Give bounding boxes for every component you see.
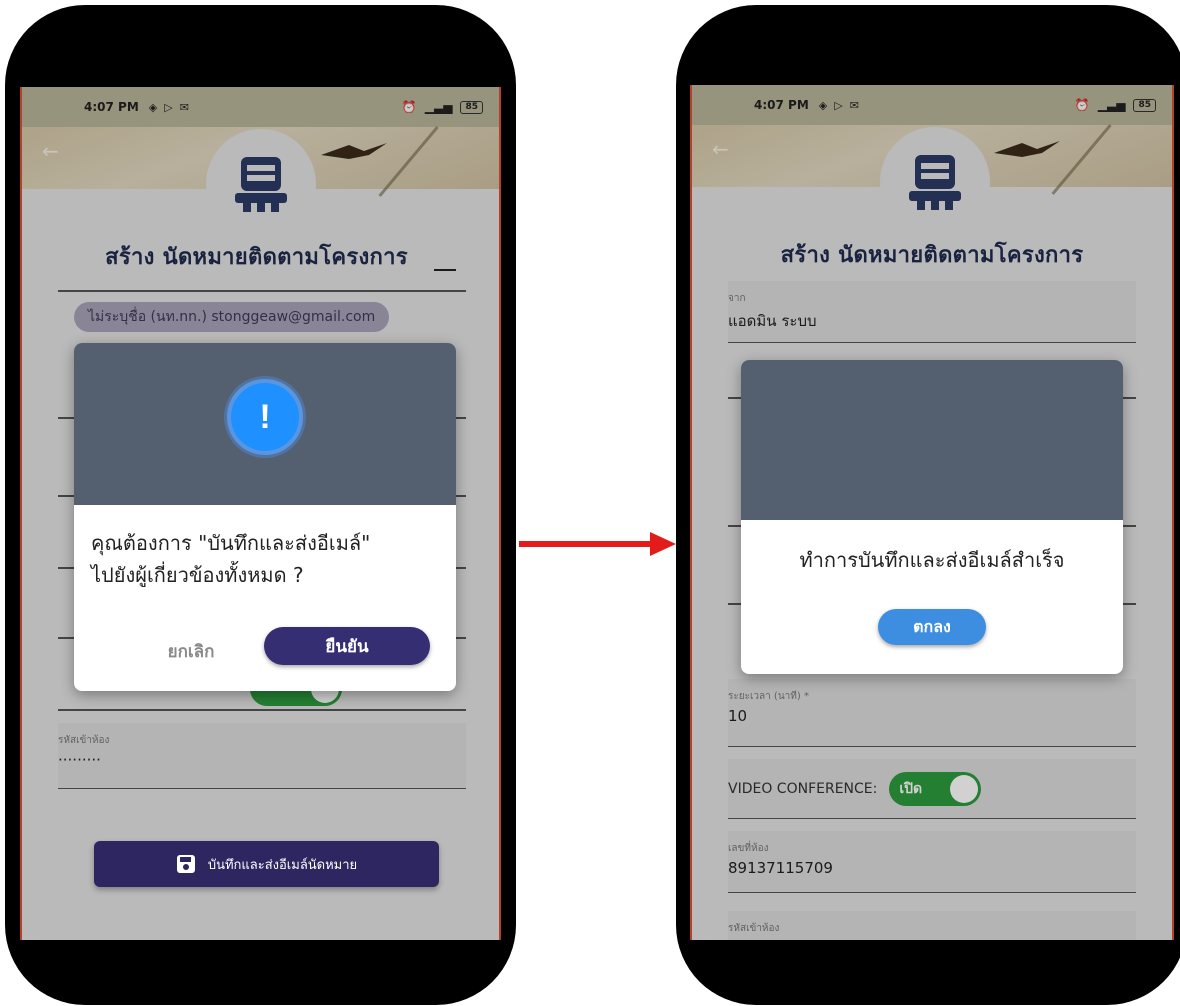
dialog-header	[741, 360, 1123, 520]
phone-frame-left: 4:07 PM ◈ ▷ ✉ ⏰ ▁▃▅ 85 ← สร้าง นัดหมายติ…	[5, 5, 516, 1005]
phone-frame-right: 4:07 PM ◈ ▷ ✉ ⏰ ▁▃▅ 85 ← สร้าง นัดหมายติ…	[676, 5, 1180, 1005]
dialog-message-line1: คุณต้องการ "บันทึกและส่งอีเมล์"	[91, 531, 371, 555]
cancel-button[interactable]: ยกเลิก	[146, 633, 236, 669]
exclamation-icon: !	[227, 379, 303, 455]
confirm-dialog: ! คุณต้องการ "บันทึกและส่งอีเมล์" ไปยังผ…	[74, 343, 456, 691]
transition-arrow-head	[650, 532, 676, 556]
save-button-label: บันทึกและส่งอีเมล์นัดหมาย	[207, 857, 358, 873]
success-dialog: ทำการบันทึกและส่งอีเมล์สำเร็จ ตกลง	[741, 360, 1123, 674]
dialog-message: คุณต้องการ "บันทึกและส่งอีเมล์" ไปยังผู้…	[91, 527, 451, 591]
save-and-email-button[interactable]: บันทึกและส่งอีเมล์นัดหมาย	[94, 841, 439, 887]
dialog-message-line2: ไปยังผู้เกี่ยวข้องทั้งหมด ?	[91, 563, 304, 587]
dialog-message: ทำการบันทึกและส่งอีเมล์สำเร็จ	[799, 548, 1065, 572]
screen-left: 4:07 PM ◈ ▷ ✉ ⏰ ▁▃▅ 85 ← สร้าง นัดหมายติ…	[20, 87, 501, 940]
dialog-header: !	[74, 343, 456, 505]
ok-button[interactable]: ตกลง	[878, 609, 986, 645]
screen-right: 4:07 PM ◈ ▷ ✉ ⏰ ▁▃▅ 85 ← สร้าง นัดหมายติ…	[690, 85, 1174, 940]
floppy-disk-icon	[176, 855, 195, 873]
confirm-button[interactable]: ยืนยัน	[264, 627, 430, 665]
transition-arrow	[519, 541, 654, 547]
